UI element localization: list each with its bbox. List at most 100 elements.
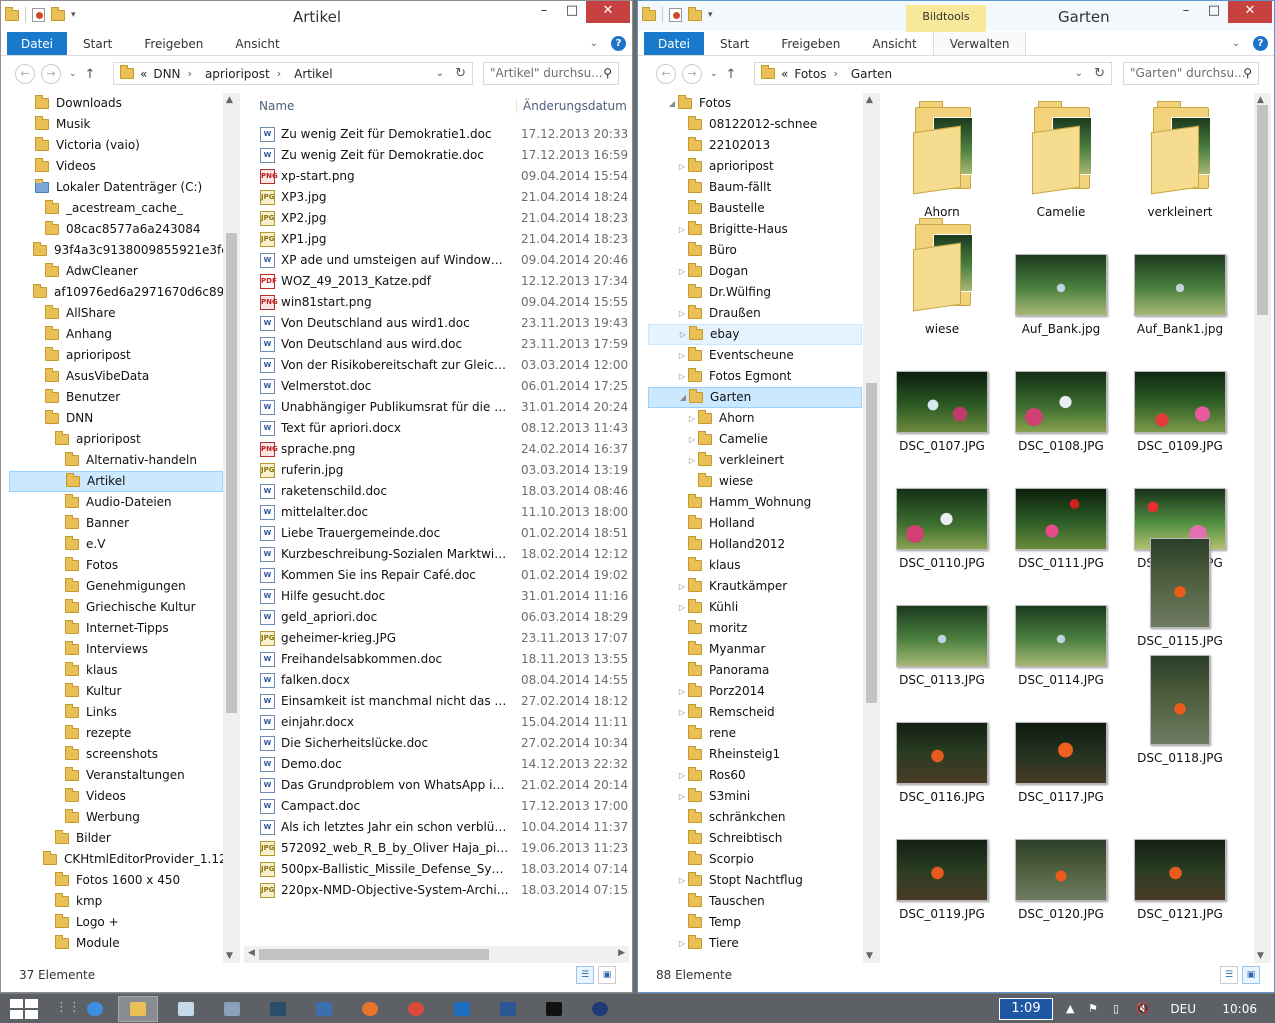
tree-item[interactable]: klaus bbox=[648, 555, 862, 576]
cmd-taskbar-icon[interactable] bbox=[534, 996, 574, 1022]
expand-icon[interactable]: ▷ bbox=[676, 345, 688, 366]
forward-button[interactable]: → bbox=[682, 64, 702, 84]
tree-item[interactable]: rene bbox=[648, 723, 862, 744]
tree-item[interactable]: 08122012-schnee bbox=[648, 114, 862, 135]
scroll-up-icon[interactable]: ▲ bbox=[866, 95, 873, 105]
tree-item[interactable]: aprioripost bbox=[9, 429, 223, 450]
tree-item[interactable]: Internet-Tipps bbox=[9, 618, 223, 639]
chrome-taskbar-icon[interactable] bbox=[396, 996, 436, 1022]
timer-badge[interactable]: 1:09 bbox=[999, 998, 1053, 1020]
monitor-taskbar-icon[interactable] bbox=[304, 996, 344, 1022]
tree-item[interactable]: Audio-Dateien bbox=[9, 492, 223, 513]
tree-item[interactable]: ▷ Fotos Egmont bbox=[648, 366, 862, 387]
tree-item[interactable]: Downloads bbox=[9, 93, 223, 114]
file-row[interactable]: W Demo.doc 14.12.2013 22:32 bbox=[244, 754, 632, 775]
breadcrumb-item[interactable]: Fotos bbox=[794, 67, 826, 81]
customize-quick-access-icon[interactable]: ▾ bbox=[71, 10, 76, 20]
file-row[interactable]: JPG XP3.jpg 21.04.2014 18:24 bbox=[244, 187, 632, 208]
thumbnail-item[interactable]: DSC_0109.JPG bbox=[1126, 333, 1234, 453]
thumbnail-item[interactable]: DSC_0110.JPG bbox=[888, 450, 996, 570]
file-row[interactable]: Wfalken.docx 08.04.2014 14:55 bbox=[244, 670, 632, 691]
tree-item[interactable]: screenshots bbox=[9, 744, 223, 765]
column-name[interactable]: Name bbox=[259, 98, 517, 113]
tree-item[interactable]: Dr.Wülfing bbox=[648, 282, 862, 303]
tree-item[interactable]: AdwCleaner bbox=[9, 261, 223, 282]
battery-icon[interactable]: ▯ bbox=[1113, 1002, 1119, 1015]
thumbnail-item[interactable]: DSC_0119.JPG bbox=[888, 801, 996, 921]
large-icons-view-icon[interactable]: ▣ bbox=[598, 966, 616, 984]
file-row[interactable]: JPG 572092_web_R_B_by_Oliver Haja_pixelio… bbox=[244, 838, 632, 859]
file-row[interactable]: PNG win81start.png 09.04.2014 15:55 bbox=[244, 292, 632, 313]
properties-icon[interactable] bbox=[669, 8, 682, 22]
file-row[interactable]: W Einsamkeit ist manchmal nicht das schle… bbox=[244, 691, 632, 712]
refresh-icon[interactable]: ↻ bbox=[1094, 66, 1105, 81]
start-button[interactable] bbox=[10, 999, 38, 1019]
minimize-button[interactable]: – bbox=[530, 1, 558, 23]
tree-item[interactable]: ▷ Camelie bbox=[648, 429, 862, 450]
thumbnail-item[interactable]: wiese bbox=[888, 216, 996, 336]
tree-item[interactable]: Genehmigungen bbox=[9, 576, 223, 597]
tree-item[interactable]: Veranstaltungen bbox=[9, 765, 223, 786]
scroll-down-icon[interactable]: ▼ bbox=[1257, 951, 1264, 961]
tree-item[interactable]: Musik bbox=[9, 114, 223, 135]
tree-item[interactable]: AllShare bbox=[9, 303, 223, 324]
ie-taskbar-icon[interactable] bbox=[75, 996, 115, 1022]
tree-item[interactable]: Scorpio bbox=[648, 849, 862, 870]
file-row[interactable]: W Velmerstot.doc 06.01.2014 17:25 bbox=[244, 376, 632, 397]
tab-ansicht[interactable]: Ansicht bbox=[219, 32, 295, 55]
expand-icon[interactable]: ◢ bbox=[666, 93, 678, 114]
up-button[interactable]: ↑ bbox=[85, 67, 96, 82]
tab-datei[interactable]: Datei bbox=[644, 32, 705, 55]
properties-icon[interactable] bbox=[32, 8, 45, 22]
explorer-taskbar-icon[interactable] bbox=[118, 996, 158, 1022]
address-dropdown-icon[interactable]: ⌄ bbox=[436, 68, 444, 79]
tree-item[interactable]: Griechische Kultur bbox=[9, 597, 223, 618]
tree-item[interactable]: ▷ Stopt Nachtflug bbox=[648, 870, 862, 891]
file-row[interactable]: JPG 220px-NMD-Objective-System-Architect.… bbox=[244, 880, 632, 901]
tree-item[interactable]: ▷ Kühli bbox=[648, 597, 862, 618]
tree-item[interactable]: ▷ Dogan bbox=[648, 261, 862, 282]
expand-ribbon-icon[interactable]: ⌄ bbox=[1232, 38, 1240, 49]
tree-item[interactable]: af10976ed6a2971670d6c89be2 bbox=[9, 282, 223, 303]
file-row[interactable]: Wgeld_apriori.doc 06.03.2014 18:29 bbox=[244, 607, 632, 628]
tree-item[interactable]: Victoria (vaio) bbox=[9, 135, 223, 156]
details-view-icon[interactable]: ☰ bbox=[1220, 966, 1238, 984]
details-view-icon[interactable]: ☰ bbox=[576, 966, 594, 984]
thumbnail-item[interactable]: DSC_0111.JPG bbox=[1007, 450, 1115, 570]
thumbnail-item[interactable]: DSC_0115.JPG bbox=[1126, 538, 1234, 648]
tree-item[interactable]: ▷ verkleinert bbox=[648, 450, 862, 471]
expand-icon[interactable]: ▷ bbox=[676, 576, 688, 597]
firefox-taskbar-icon[interactable] bbox=[350, 996, 390, 1022]
thumbnail-item[interactable]: DSC_0107.JPG bbox=[888, 333, 996, 453]
tree-item[interactable]: Banner bbox=[9, 513, 223, 534]
scroll-down-icon[interactable]: ▼ bbox=[866, 951, 873, 961]
thumbnail-item[interactable]: DSC_0114.JPG bbox=[1007, 567, 1115, 687]
expand-icon[interactable]: ▷ bbox=[686, 429, 698, 450]
tree-item[interactable]: Alternativ-handeln bbox=[9, 450, 223, 471]
thumbnail-item[interactable]: Ahorn bbox=[888, 99, 996, 219]
tree-item[interactable]: Holland bbox=[648, 513, 862, 534]
expand-icon[interactable]: ▷ bbox=[676, 597, 688, 618]
file-row[interactable]: Wmittelalter.doc 11.10.2013 18:00 bbox=[244, 502, 632, 523]
word-taskbar-icon[interactable] bbox=[488, 996, 528, 1022]
file-row[interactable]: W Kurzbeschreibung-Sozialen Marktwirtsch.… bbox=[244, 544, 632, 565]
breadcrumb-item[interactable]: Garten bbox=[851, 67, 892, 81]
tree-item[interactable]: Anhang bbox=[9, 324, 223, 345]
thumbnail-item[interactable]: DSC_0117.JPG bbox=[1007, 684, 1115, 804]
clock[interactable]: 10:06 bbox=[1222, 1002, 1257, 1016]
file-row[interactable]: W Campact.doc 17.12.2013 17:00 bbox=[244, 796, 632, 817]
expand-icon[interactable]: ▷ bbox=[677, 324, 689, 345]
file-row[interactable]: W Als ich letztes Jahr ein schon verblüht… bbox=[244, 817, 632, 838]
tree-item[interactable]: ▷ Brigitte-Haus bbox=[648, 219, 862, 240]
thumbnail-item[interactable]: verkleinert bbox=[1126, 99, 1234, 219]
file-row[interactable]: PNG xp-start.png 09.04.2014 15:54 bbox=[244, 166, 632, 187]
expand-icon[interactable]: ▷ bbox=[676, 765, 688, 786]
tree-item[interactable]: ▷ S3mini bbox=[648, 786, 862, 807]
up-button[interactable]: ↑ bbox=[726, 67, 737, 82]
tree-item[interactable]: Werbung bbox=[9, 807, 223, 828]
tree-item[interactable]: Tauschen bbox=[648, 891, 862, 912]
thumbnail-item[interactable]: Auf_Bank1.jpg bbox=[1126, 216, 1234, 336]
tree-item[interactable]: Videos bbox=[9, 786, 223, 807]
file-row[interactable]: W Liebe Trauergemeinde.doc 01.02.2014 18:5… bbox=[244, 523, 632, 544]
breadcrumb-item[interactable]: aprioripost bbox=[205, 67, 270, 81]
